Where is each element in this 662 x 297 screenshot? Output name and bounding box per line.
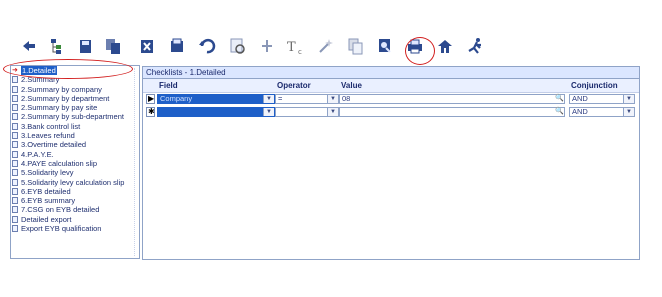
conjunction-select[interactable]: AND ▼ [569,94,635,104]
tree-item[interactable]: 4.P.A.Y.E. [11,150,139,159]
operator-select[interactable]: ▼ [275,107,339,117]
highlight-circle-toolbar [405,37,435,65]
report-icon [12,94,18,102]
report-icon [12,178,18,186]
report-tree: ➜ 1.Detailed 2.Summary 2.Summary by compa… [10,65,140,259]
operator-select[interactable]: = ▼ [275,94,339,104]
report-icon [12,76,18,84]
save-icon[interactable] [74,34,96,58]
tree-item[interactable]: 2.Summary by department [11,94,139,103]
report-icon [12,197,18,205]
tree-item[interactable]: 6.EYB detailed [11,187,139,196]
chevron-down-icon[interactable]: ▼ [327,108,338,116]
tree-item[interactable]: Export EYB qualification [11,224,139,233]
back-icon[interactable] [18,34,40,58]
field-select[interactable]: Company ▼ [157,94,275,104]
run-icon[interactable] [464,34,486,58]
delete-icon[interactable] [136,34,158,58]
chevron-down-icon[interactable]: ▼ [623,95,634,103]
report-icon [12,113,18,121]
tree-item[interactable]: Detailed export [11,215,139,224]
report-icon [12,206,18,214]
insert-icon[interactable] [256,34,278,58]
report-icon [12,104,18,112]
header-field: Field [159,81,178,90]
save-all-icon[interactable] [102,34,124,58]
copy-icon[interactable] [344,34,366,58]
report-icon [12,169,18,177]
report-icon [12,215,18,223]
tree-item[interactable]: 4.PAYE calculation slip [11,159,139,168]
row-selector[interactable]: ✱ [146,107,155,117]
report-icon [12,187,18,195]
field-select[interactable]: ▼ [157,107,275,117]
report-icon [12,122,18,130]
header-operator: Operator [277,81,311,90]
report-icon [12,85,18,93]
header-value: Value [341,81,362,90]
value-input[interactable]: 08 🔍 [339,94,565,104]
chevron-down-icon[interactable]: ▼ [263,95,274,103]
report-icon [12,150,18,158]
grid-header: Field Operator Value Conjunction [143,79,639,93]
lookup-icon[interactable]: 🔍 [555,95,564,103]
table-row: ▶ Company ▼ = ▼ 08 🔍 AND ▼ [143,93,639,106]
report-icon [12,225,18,233]
svg-text:c: c [298,48,302,55]
report-icon [12,132,18,140]
table-row: ✱ ▼ ▼ 🔍 AND ▼ [143,106,639,119]
chevron-down-icon[interactable]: ▼ [327,95,338,103]
search-report-icon[interactable] [374,34,396,58]
calculator-icon[interactable]: Tc [284,34,306,58]
highlight-circle-tree [3,59,133,79]
lookup-icon[interactable]: 🔍 [555,108,564,116]
tree-item[interactable]: 3.Leaves refund [11,131,139,140]
tree-item[interactable]: 2.Summary by company [11,85,139,94]
chevron-down-icon[interactable]: ▼ [263,108,274,116]
header-conjunction: Conjunction [571,81,618,90]
home-icon[interactable] [434,34,456,58]
wand-icon[interactable] [314,34,336,58]
tree-item[interactable]: 5.Solidarity levy calculation slip [11,178,139,187]
row-selector[interactable]: ▶ [146,94,155,104]
svg-text:T: T [287,40,296,55]
tree-item[interactable]: 6.EYB summary [11,196,139,205]
tree-item[interactable]: 2.Summary by sub-department [11,112,139,121]
undo-icon[interactable] [196,34,218,58]
tree-item[interactable]: 7.CSG on EYB detailed [11,205,139,214]
grid-title: Checklists - 1.Detailed [143,67,639,79]
tree-item[interactable]: 5.Solidarity levy [11,168,139,177]
value-input[interactable]: 🔍 [339,107,565,117]
tree-item[interactable]: 2.Summary by pay site [11,103,139,112]
report-icon [12,141,18,149]
tree-item[interactable]: 3.Bank control list [11,122,139,131]
criteria-grid: Checklists - 1.Detailed Field Operator V… [142,66,640,260]
conjunction-select[interactable]: AND ▼ [569,107,635,117]
print-icon[interactable] [166,34,188,58]
tree-icon[interactable] [46,34,68,58]
tree-item[interactable]: 3.Overtime detailed [11,140,139,149]
toolbar: Tc [18,34,538,60]
report-icon [12,159,18,167]
preview-icon[interactable] [226,34,248,58]
chevron-down-icon[interactable]: ▼ [623,108,634,116]
